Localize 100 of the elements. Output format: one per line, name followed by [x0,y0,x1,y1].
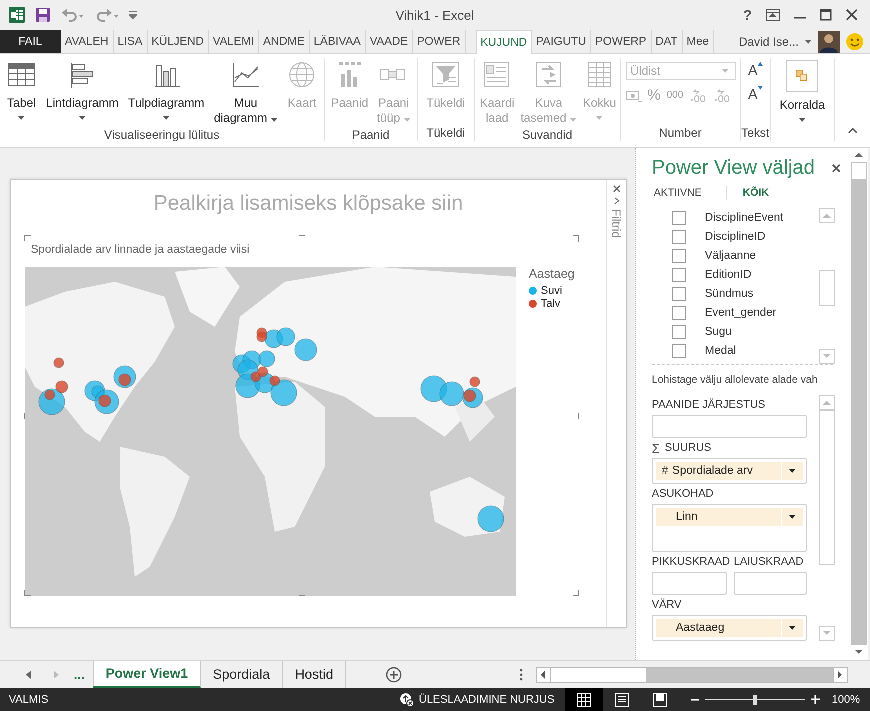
field-name[interactable]: Sündmus [705,288,754,300]
field-name: Linn [675,511,699,523]
caret-icon [789,515,796,519]
collapse-ribbon-icon[interactable] [848,128,858,134]
ribbon-tab[interactable]: KUJUND [476,30,532,54]
pane-title: Power View väljad [652,156,816,180]
field-name: Spordialade arv [672,465,754,477]
horizontal-scrollbar[interactable] [536,666,848,682]
spreadsheet-app-icon[interactable] [9,7,25,23]
status-text: VALMIS [8,694,50,706]
upload-status[interactable]: ÜLESLAADIMINE NURJUS [419,694,555,706]
ribbon-button[interactable]: Tabel [4,58,40,122]
field-name[interactable]: Väljaanne [705,250,756,262]
ribbon-tab[interactable]: POWER [413,30,466,53]
ribbon-button[interactable]: Korralda [776,58,828,124]
ribbon-tab[interactable]: POWERP [591,30,652,53]
caret-icon [18,116,26,120]
view-button[interactable] [565,688,603,711]
funnel-icon [431,60,461,90]
splitter-icon[interactable] [520,668,524,680]
line-chart-icon [230,60,261,90]
field-name[interactable]: Sugu [705,326,732,338]
ribbon-display-icon[interactable] [766,9,780,21]
ribbon-button[interactable]: Muu diagramm [211,58,281,128]
close-icon[interactable] [832,164,841,172]
chart-subtitle: Spordialade arv linnade ja aastaegade viisi [30,243,251,258]
ribbon-tab[interactable]: PAIGUTU [532,30,592,53]
field-chip[interactable]: Aastaaeg [656,619,803,637]
area-label: VÄRV [652,599,682,612]
checkbox[interactable] [672,230,686,244]
group-label: Number [658,126,703,141]
ribbon-button[interactable]: Tulpdiagramm [125,58,208,122]
vertical-scrollbar[interactable] [850,148,868,660]
help-button[interactable]: ? [743,7,752,23]
window-title: Vihik1 - Excel [394,8,476,22]
field-name[interactable]: Medal [705,344,736,356]
sum-symbol: Σ [652,442,660,455]
field-name: Aastaaeg [675,622,726,634]
ribbon-tab[interactable]: LISA [114,30,148,53]
file-tab[interactable]: FAIL [0,30,61,53]
drop-zone[interactable]: Aastaaeg [652,615,807,641]
sheet-tab[interactable]: Power View1 [92,661,202,688]
areas-scrollbar[interactable] [819,395,835,641]
ribbon-tab[interactable]: LÄBIVAA [310,30,366,53]
ribbon-tab[interactable]: VAADE [366,30,414,53]
ribbon-tab[interactable]: ANDME [259,30,310,53]
ribbon-tab[interactable]: VALEMI [209,30,260,53]
smiley-icon[interactable] [846,32,864,50]
caret-icon [570,118,578,122]
area-label: ASUKOHAD [652,488,714,501]
drop-zone[interactable]: Linn [652,504,807,552]
customize-toolbar-icon[interactable] [129,11,137,19]
ribbon-tab[interactable]: DAT [652,30,683,53]
previous-sheet-icon[interactable] [26,670,32,678]
close-icon[interactable] [846,9,858,21]
ribbon-tab[interactable]: KÜLJEND [148,30,210,53]
checkbox[interactable] [672,324,686,338]
checkbox[interactable] [672,306,686,320]
drill-levels-icon [534,60,564,90]
checkbox[interactable] [672,286,686,300]
group-label: Suvandid [521,128,574,143]
slider-thumb[interactable] [753,694,757,704]
list-scrollbar[interactable] [819,208,835,364]
numeric-field-symbol: # [662,465,668,477]
expand-icon[interactable] [614,197,620,205]
add-sheet-icon[interactable] [386,666,402,682]
field-chip[interactable]: # Spordialade arv [656,462,803,480]
checkbox[interactable] [672,344,686,358]
field-name[interactable]: DisciplineID [705,230,766,242]
close-icon[interactable] [612,185,620,193]
avatar-icon[interactable] [818,30,840,52]
instruction-text: Lohistage välju allolevate alade vah [652,374,819,387]
field-name[interactable]: Event_gender [705,306,777,318]
caret-icon [79,116,86,120]
zoom-level[interactable]: 100% [832,694,860,706]
pane-tab[interactable]: AKTIIVNE [652,187,702,199]
increase-font-button[interactable]: A [748,62,763,78]
user-name[interactable]: David Ise... [738,34,799,48]
area-label: SUURUS [665,442,712,455]
caret-icon [270,118,278,122]
checkbox[interactable] [672,268,686,282]
ribbon-tab[interactable]: Mee [682,30,714,53]
filters-tab[interactable]: Filtrid [610,209,624,238]
zoom-in-icon[interactable] [811,695,820,704]
ribbon-tab[interactable]: AVALEH [61,30,114,53]
maximize-icon[interactable] [820,9,832,21]
field-chip[interactable]: Linn [656,508,803,526]
ribbon-button[interactable]: Lintdiagramm [43,58,122,122]
decrease-font-button[interactable]: A [748,86,763,102]
save-icon[interactable] [35,7,51,23]
pane-tab[interactable]: KÕIK [740,187,770,199]
caret-icon [404,118,411,122]
checkbox[interactable] [672,210,686,224]
drop-zone[interactable]: # Spordialade arv [652,458,807,484]
field-name[interactable]: DisciplineEvent [705,212,784,224]
field-name[interactable]: EditionID [705,268,752,280]
caret-icon [789,469,796,473]
more-sheets-button[interactable]: ... [74,667,93,682]
page-break-icon [653,692,667,706]
checkbox[interactable] [672,248,686,262]
